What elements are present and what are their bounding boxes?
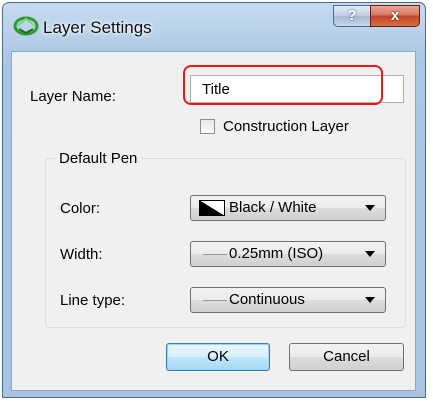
color-select[interactable]: Black / White bbox=[190, 195, 386, 221]
linetype-select[interactable]: Continuous bbox=[190, 287, 386, 313]
highlight-outline bbox=[183, 65, 383, 105]
chevron-down-icon bbox=[365, 205, 375, 211]
color-value: Black / White bbox=[229, 199, 317, 216]
width-value: 0.25mm (ISO) bbox=[229, 245, 324, 262]
construction-layer-checkbox[interactable] bbox=[200, 119, 215, 134]
width-label: Width: bbox=[60, 246, 103, 263]
linetype-label: Line type: bbox=[60, 292, 126, 309]
help-button[interactable]: ? bbox=[333, 5, 371, 27]
chevron-down-icon bbox=[365, 251, 375, 257]
color-label: Color: bbox=[60, 200, 101, 217]
title-bar[interactable]: Layer Settings ? x bbox=[3, 3, 425, 53]
window-title: Layer Settings bbox=[43, 18, 152, 37]
ok-button[interactable]: OK bbox=[166, 343, 270, 371]
default-pen-group-title: Default Pen bbox=[55, 150, 142, 167]
close-button[interactable]: x bbox=[370, 5, 420, 27]
cancel-button[interactable]: Cancel bbox=[289, 343, 404, 371]
chevron-down-icon bbox=[365, 297, 375, 303]
width-select[interactable]: 0.25mm (ISO) bbox=[190, 241, 386, 267]
line-type-preview-icon bbox=[203, 300, 227, 301]
layer-name-label: Layer Name: bbox=[30, 88, 116, 105]
construction-layer-label[interactable]: Construction Layer bbox=[223, 118, 349, 135]
app-icon bbox=[13, 16, 39, 36]
color-swatch-icon bbox=[199, 200, 225, 216]
line-width-preview-icon bbox=[203, 254, 227, 255]
linetype-value: Continuous bbox=[229, 291, 305, 308]
